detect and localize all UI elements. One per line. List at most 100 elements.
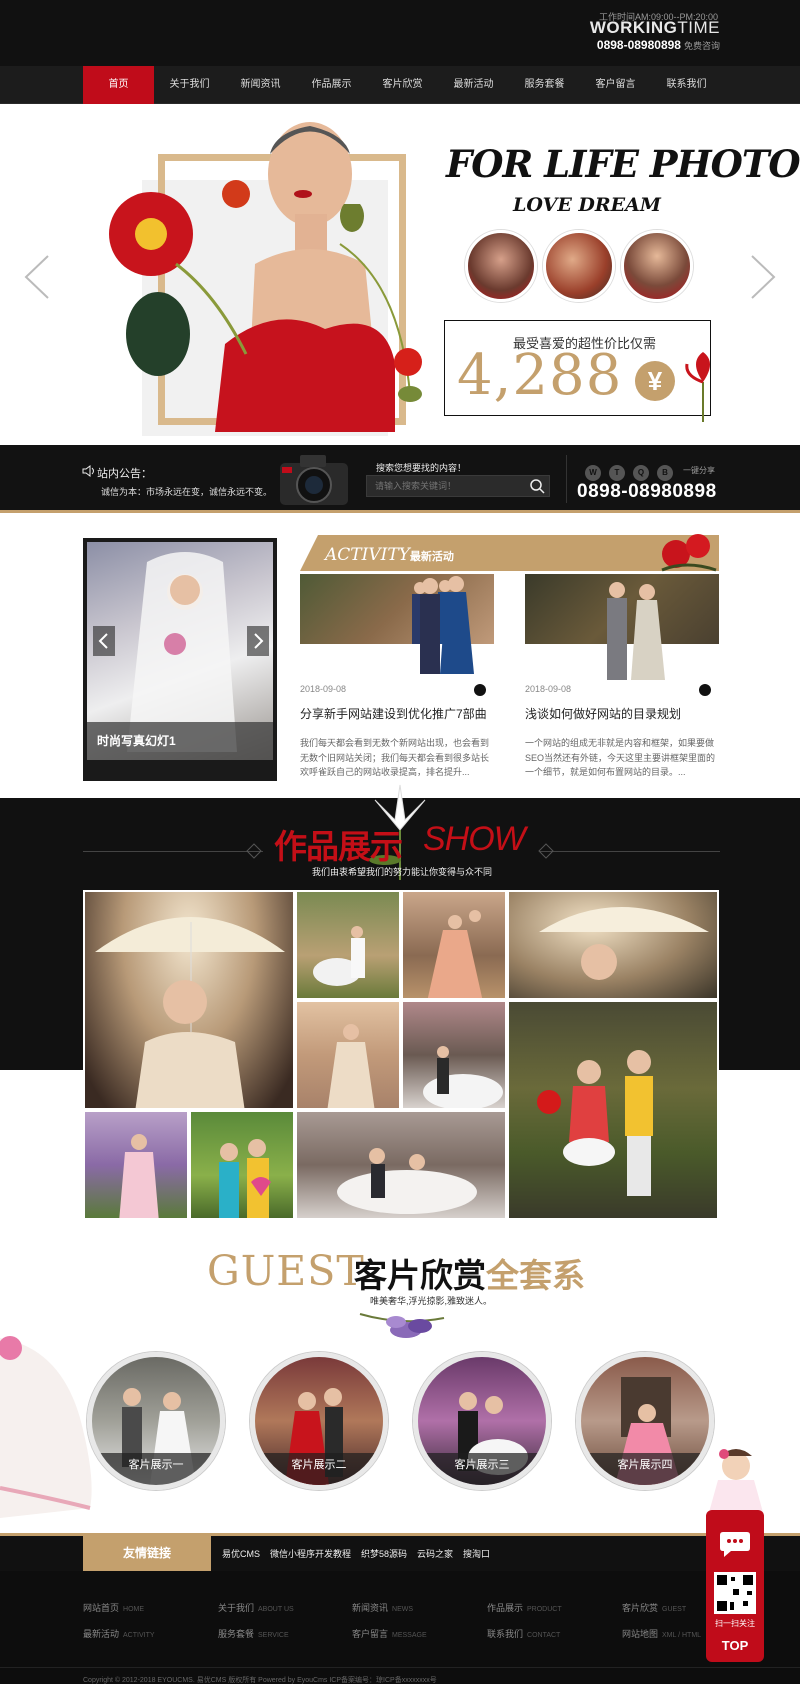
guest-title-en: GUEST	[207, 1247, 365, 1295]
guest-card-2[interactable]: 客片展示二	[250, 1352, 388, 1490]
qq-icon[interactable]: Q	[633, 465, 649, 481]
friend-link-1[interactable]: 易优CMS	[222, 1547, 260, 1560]
red-flowers-decoration	[109, 180, 250, 376]
flower-decoration	[685, 352, 710, 422]
nav-guest[interactable]: 客片欣赏	[367, 66, 438, 104]
footer-link-activity[interactable]: 最新活动 ACTIVITY	[83, 1627, 155, 1640]
search-title: 搜索您想要找的内容！	[376, 463, 467, 473]
slide-next-icon[interactable]	[247, 626, 269, 656]
footer-link-news[interactable]: 新闻资讯 NEWS	[352, 1601, 413, 1614]
tencent-weibo-icon[interactable]: T	[609, 465, 625, 481]
nav-works[interactable]: 作品展示	[296, 66, 367, 104]
friend-links-title: 友情链接	[83, 1536, 211, 1571]
notice-text: 诚信为本：市场永远在变，诚信永远不变。	[101, 487, 273, 497]
works-title-line-right	[540, 851, 720, 852]
nav-news[interactable]: 新闻资讯	[225, 66, 296, 104]
guest-card-1[interactable]: 客片展示一	[87, 1352, 225, 1490]
friend-link-2[interactable]: 微信小程序开发教程	[270, 1547, 351, 1560]
works-photo-5[interactable]	[295, 1000, 401, 1110]
price-box: 最受喜爱的超性价比仅需 4,288 ¥	[444, 320, 711, 416]
search-icon[interactable]	[529, 478, 545, 494]
speaker-icon	[82, 465, 94, 477]
divider	[566, 455, 567, 503]
works-photo-9[interactable]	[189, 1110, 295, 1220]
weibo-icon[interactable]: W	[585, 465, 601, 481]
footer-divider	[0, 1667, 800, 1668]
friend-link-4[interactable]: 云码之家	[417, 1547, 453, 1560]
footer: 网站首页 HOME 关于我们 ABOUT US 新闻资讯 NEWS 作品展示 PRODU…	[0, 1571, 800, 1684]
nav-home[interactable]: 首页	[83, 66, 154, 104]
nav-about[interactable]: 关于我们	[154, 66, 225, 104]
works-title-line-left	[83, 851, 263, 852]
works-photo-7[interactable]	[507, 1000, 719, 1220]
search-bar-phone: 0898-08980898	[577, 481, 717, 502]
works-photo-8[interactable]	[83, 1110, 189, 1220]
news-more-icon-1[interactable]	[474, 684, 486, 696]
news-title-2[interactable]: 浅谈如何做好网站的目录规划	[525, 705, 719, 722]
slide-prev-icon[interactable]	[93, 626, 115, 656]
footer-link-sitemap[interactable]: 网站地图 XML / HTML	[622, 1627, 701, 1640]
nav-message[interactable]: 客户留言	[580, 66, 651, 104]
bride-dress-decoration	[0, 1336, 92, 1518]
yen-icon: ¥	[635, 361, 675, 401]
works-photo-2[interactable]	[295, 890, 401, 1000]
works-photo-3[interactable]	[401, 890, 507, 1000]
back-to-top-button[interactable]: TOP	[706, 1638, 764, 1653]
works-title-en: SHOW	[423, 820, 526, 858]
footer-link-product[interactable]: 作品展示 PRODUCT	[487, 1601, 562, 1614]
activity-title: ACTIVITY最新活动	[325, 545, 454, 565]
news-date-1: 2018-09-08	[300, 684, 347, 694]
floating-qr-widget[interactable]: 扫一扫关注 TOP	[706, 1510, 764, 1662]
banner-subheadline: LOVE DREAM	[513, 194, 661, 216]
notice-title: 站内公告：	[97, 468, 152, 480]
top-bar: 工作时间AM:09:00--PM:20:00 WORKINGTIME 0898-…	[0, 0, 800, 66]
guest-title-cn: 客片欣赏	[354, 1257, 486, 1294]
hero-banner: FOR LIFE PHOTO LOVE DREAM 最受喜爱的超性价比仅需 4,…	[0, 104, 800, 445]
footer-link-home[interactable]: 网站首页 HOME	[83, 1601, 144, 1614]
footer-link-guest[interactable]: 客片欣赏 GUEST	[622, 1601, 686, 1614]
baidu-icon[interactable]: B	[657, 465, 673, 481]
guest-card-4[interactable]: 客片展示四	[576, 1352, 714, 1490]
footer-link-service[interactable]: 服务套餐 SERVICE	[218, 1627, 289, 1640]
guest-caption-4: 客片展示四	[581, 1453, 709, 1485]
nav-activity[interactable]: 最新活动	[438, 66, 509, 104]
guest-caption-1: 客片展示一	[92, 1453, 220, 1485]
guest-caption-2: 客片展示二	[255, 1453, 383, 1485]
works-photo-1[interactable]	[83, 890, 295, 1110]
footer-link-about[interactable]: 关于我们 ABOUT US	[218, 1601, 294, 1614]
works-photo-6[interactable]	[401, 1000, 507, 1110]
works-photo-4[interactable]	[507, 890, 719, 1000]
qr-code-image	[714, 1572, 756, 1614]
guest-card-3[interactable]: 客片展示三	[413, 1352, 551, 1490]
share-label: 一键分享	[683, 466, 715, 475]
news-title-1[interactable]: 分享新手网站建设到优化推广7部曲	[300, 705, 494, 722]
copyright: Copyright © 2012-2018 EYOUCMS. 易优CMS 版权所…	[83, 1677, 437, 1684]
couple-thumb-2	[543, 230, 615, 302]
footer-link-contact[interactable]: 联系我们 CONTACT	[487, 1627, 560, 1640]
news-more-icon-2[interactable]	[699, 684, 711, 696]
header-phone: 0898-08980898 免费咨询	[596, 38, 720, 52]
news-date-2: 2018-09-08	[525, 684, 572, 694]
news-couple-figure-1	[420, 576, 474, 674]
couple-thumb-1	[465, 230, 537, 302]
working-time-title: WORKINGTIME	[589, 18, 720, 37]
banner-headline: FOR LIFE PHOTO	[446, 142, 800, 186]
nav-contact[interactable]: 联系我们	[651, 66, 722, 104]
lavender-decoration	[359, 1313, 445, 1338]
banner-next-arrow-icon[interactable]	[744, 252, 780, 302]
couple-thumb-3	[621, 230, 693, 302]
works-photo-10[interactable]	[295, 1110, 507, 1220]
chat-icon[interactable]	[719, 1530, 751, 1558]
footer-link-message[interactable]: 客户留言 MESSAGE	[352, 1627, 427, 1640]
nav-service[interactable]: 服务套餐	[509, 66, 580, 104]
banner-prev-arrow-icon[interactable]	[20, 252, 56, 302]
slide-caption: 时尚写真幻灯1	[87, 722, 273, 760]
search-box	[366, 475, 550, 497]
diamond-left-icon	[246, 843, 262, 859]
friend-link-5[interactable]: 搜淘口	[463, 1547, 490, 1560]
friend-link-3[interactable]: 织梦58源码	[361, 1547, 407, 1560]
guest-caption-3: 客片展示三	[418, 1453, 546, 1485]
diamond-right-icon	[538, 843, 554, 859]
friend-links-bar: 友情链接 易优CMS 微信小程序开发教程 织梦58源码 云码之家 搜淘口	[0, 1533, 800, 1571]
search-input[interactable]	[367, 476, 517, 496]
